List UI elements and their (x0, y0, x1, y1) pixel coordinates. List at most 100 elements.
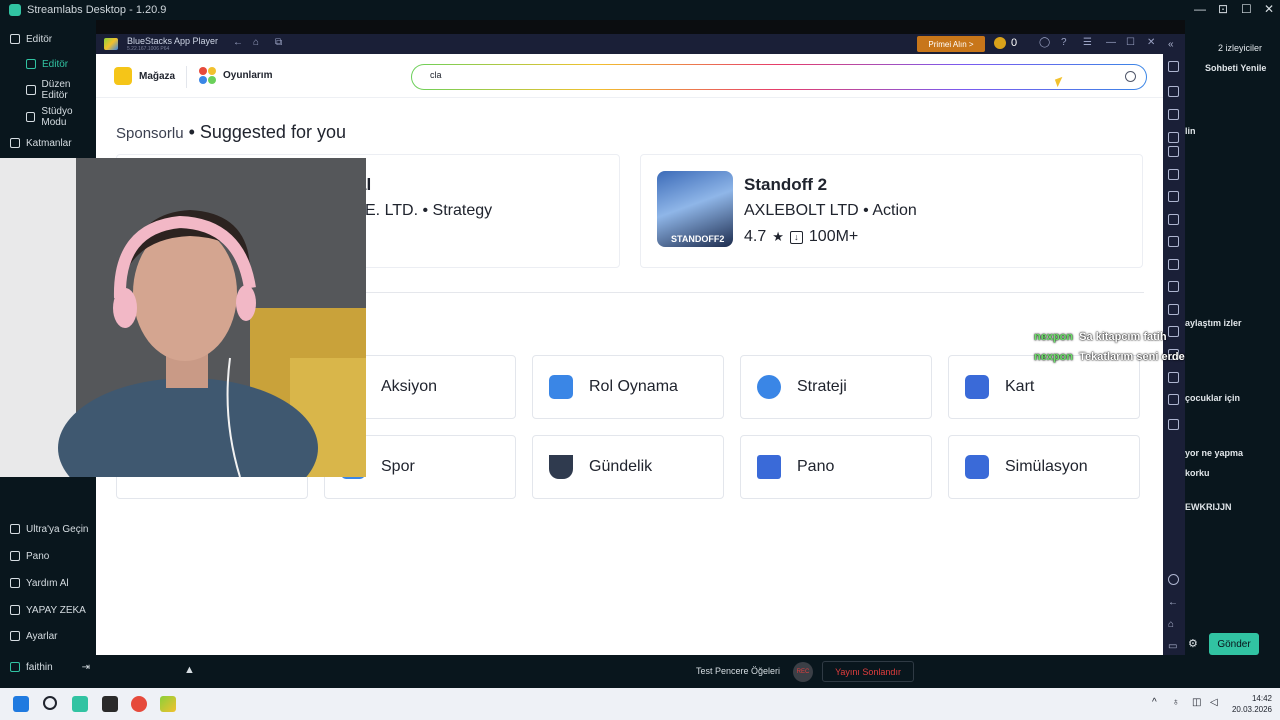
sidebar-item-editor[interactable]: Editör (26, 55, 68, 73)
tab-label: Oyunlarım (223, 70, 273, 81)
help-icon[interactable]: ? (1061, 37, 1067, 48)
sidebar-item-layout-editor[interactable]: Düzen Editör (26, 79, 96, 101)
category-card[interactable]: Kart (948, 355, 1140, 419)
roleplay-icon (549, 375, 573, 399)
back-icon[interactable]: ← (1168, 597, 1179, 608)
sidebar-item-layers[interactable]: Katmanlar (10, 134, 72, 152)
refresh-chat-button[interactable]: Sohbeti Yenile (1205, 63, 1266, 73)
recent-apps-icon[interactable]: ▭ (1168, 641, 1179, 652)
record-button[interactable]: REC (793, 662, 813, 682)
category-simulation[interactable]: Simülasyon (948, 435, 1140, 499)
end-stream-button[interactable]: Yayını Sonlandır (822, 661, 914, 682)
sidebar-item-ai[interactable]: YAPAY ZEKA (10, 601, 86, 619)
search-icon[interactable] (43, 696, 57, 710)
category-board[interactable]: Pano (740, 435, 932, 499)
location-icon[interactable] (1168, 372, 1179, 383)
sidebar-item-label: Editör (26, 33, 53, 45)
close-icon[interactable]: ✕ (1147, 37, 1155, 48)
category-roleplay[interactable]: Rol Oynama (532, 355, 724, 419)
chat-settings-icon[interactable]: ⚙ (1188, 637, 1198, 650)
volume-icon[interactable]: ◁ (1210, 697, 1218, 708)
settings-icon[interactable] (1168, 574, 1179, 585)
overlay-chat-message: nexpon Tekatlarım seni erde (1034, 351, 1185, 363)
tray-chevron-icon[interactable]: ^ (1152, 697, 1157, 708)
gamepad-icon[interactable] (1168, 146, 1179, 157)
sponsored-label: Sponsorlu (116, 125, 184, 142)
streamlabs-logo-icon (9, 4, 21, 16)
streamlabs-bottom-bar: ▲ Test Pencere Öğeleri REC Yayını Sonlan… (96, 655, 1185, 688)
media-icon[interactable] (1168, 419, 1179, 430)
coins-counter[interactable]: 0 (994, 37, 1017, 49)
lock-cursor-icon[interactable] (1168, 109, 1179, 120)
chrome-icon[interactable] (131, 696, 147, 712)
sync-icon[interactable] (1168, 214, 1179, 225)
logout-icon[interactable]: ⇥ (82, 662, 90, 673)
home-icon[interactable]: ⌂ (1168, 619, 1179, 630)
tab-store[interactable]: Mağaza (114, 67, 175, 85)
epic-games-icon[interactable] (102, 696, 118, 712)
bluestacks-sidebar: « ← ⌂ ▭ (1163, 34, 1185, 655)
instance-icon[interactable] (1168, 191, 1179, 202)
minimize-icon[interactable]: — (1194, 2, 1206, 16)
fullscreen-icon[interactable] (1168, 61, 1179, 72)
chat-line: lin (1185, 126, 1196, 136)
sidebar-item-studio-mode[interactable]: Stüdyo Modu (26, 106, 96, 128)
apk-icon[interactable] (1168, 281, 1179, 292)
category-strategy[interactable]: Strateji (740, 355, 932, 419)
search-input[interactable] (430, 70, 1080, 80)
sidebar-item-editor-header[interactable]: Editör (10, 30, 52, 48)
sidebar-item-settings[interactable]: Ayarlar (10, 627, 58, 645)
shake-icon[interactable] (1168, 326, 1179, 337)
search-box[interactable] (411, 64, 1147, 90)
sidebar-item-label: Ayarlar (26, 630, 58, 642)
divider (186, 66, 187, 88)
search-icon[interactable] (1125, 71, 1136, 82)
layout-icon (26, 85, 36, 95)
close-icon[interactable]: ✕ (1264, 2, 1274, 16)
help-icon (10, 578, 20, 588)
record-icon[interactable] (1168, 259, 1179, 270)
test-widgets-button[interactable]: Test Pencere Öğeleri (696, 666, 780, 676)
screenshot-icon[interactable] (1168, 236, 1179, 247)
account-icon[interactable]: ◯ (1039, 37, 1050, 48)
webcam-image (0, 158, 366, 477)
send-button[interactable]: Gönder (1209, 633, 1259, 655)
multi-instance-icon[interactable]: ⧉ (275, 37, 282, 48)
my-games-icon (199, 67, 216, 84)
clock[interactable]: 14:42 20.03.2026 (1232, 693, 1272, 715)
sidebar-item-dashboard[interactable]: Pano (10, 547, 49, 565)
menu-icon[interactable]: ☰ (1083, 37, 1092, 48)
streamlabs-taskbar-icon[interactable] (72, 696, 88, 712)
kick-icon (10, 662, 20, 672)
network-icon[interactable]: ◫ (1192, 697, 1201, 708)
collapse-icon[interactable]: « (1168, 39, 1179, 50)
macro-icon[interactable] (1168, 169, 1179, 180)
microphone-icon[interactable]: ♁ (1172, 697, 1180, 708)
coins-value: 0 (1011, 37, 1018, 49)
keyboard-icon[interactable] (1168, 132, 1179, 143)
tab-my-games[interactable]: Oyunlarım (199, 67, 272, 84)
notifications-icon[interactable]: ▲ (184, 664, 195, 676)
volume-icon[interactable] (1168, 86, 1179, 97)
windows-start-icon[interactable] (13, 696, 29, 712)
maximize-icon[interactable]: ☐ (1241, 2, 1252, 16)
category-label: Rol Oynama (589, 378, 678, 395)
sidebar-item-help[interactable]: Yardım Al (10, 574, 69, 592)
time: 14:42 (1251, 694, 1272, 703)
home-icon[interactable]: ⌂ (253, 37, 259, 48)
bluestacks-taskbar-icon[interactable] (160, 696, 176, 712)
premium-button[interactable]: Primei Alın > (917, 36, 985, 52)
folder-icon[interactable] (1168, 304, 1179, 315)
pin-icon[interactable]: ⊡ (1218, 2, 1228, 16)
chat-line: korku (1185, 468, 1210, 478)
bluestacks-version: 5.22.167.1006 P64 (127, 46, 170, 52)
back-icon[interactable]: ← (233, 37, 243, 48)
category-casual[interactable]: Gündelik (532, 435, 724, 499)
store-header: Mağaza Oyunlarım (96, 54, 1163, 98)
maximize-icon[interactable]: ☐ (1126, 37, 1135, 48)
minimize-icon[interactable]: — (1106, 37, 1116, 48)
eco-mode-icon[interactable] (1168, 394, 1179, 405)
app-card-standoff[interactable]: STANDOFF2 Standoff 2 AXLEBOLT LTD • Acti… (640, 154, 1143, 268)
sidebar-item-ultra[interactable]: Ultra'ya Geçin (10, 520, 89, 538)
sidebar-item-profile[interactable]: faithin ⇥ (10, 658, 90, 676)
